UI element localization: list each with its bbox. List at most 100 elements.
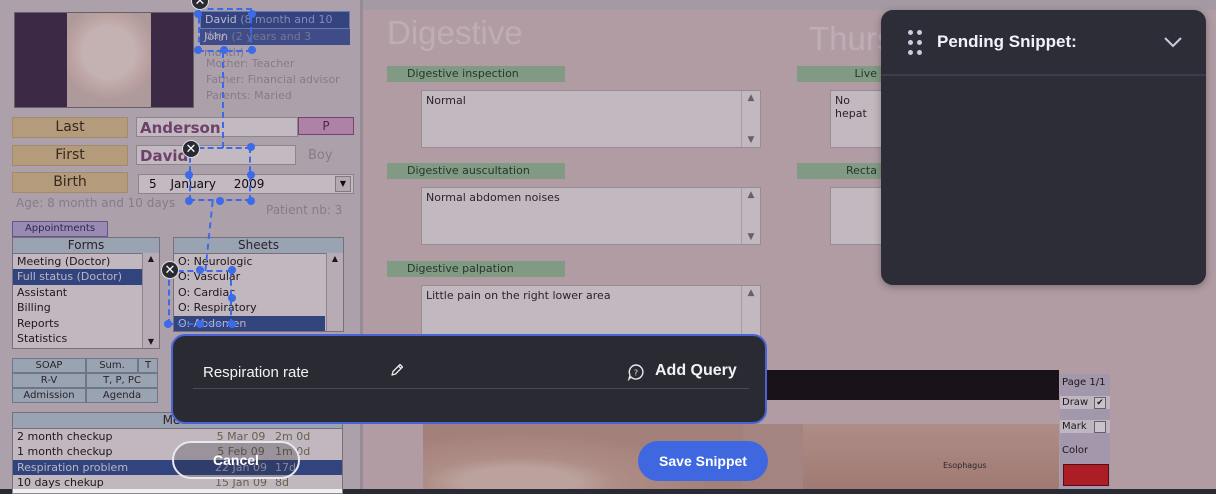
mark-label: Mark bbox=[1062, 421, 1087, 432]
appointments-button[interactable]: Appointments bbox=[12, 221, 108, 237]
selection-handle[interactable] bbox=[247, 143, 255, 151]
tpc-button[interactable]: T, P, PC bbox=[86, 373, 158, 388]
last-name-field[interactable]: Anderson bbox=[136, 117, 298, 137]
chevron-down-icon[interactable] bbox=[1163, 34, 1183, 50]
scroll-down-icon[interactable]: ▼ bbox=[143, 336, 159, 348]
parents-info: Mother: Teacher Father: Financial adviso… bbox=[206, 56, 340, 104]
selection-handle[interactable] bbox=[248, 10, 256, 18]
rv-button[interactable]: R-V bbox=[12, 373, 86, 388]
drawing-tools: Page 1/1 Draw ✔ Mark Color bbox=[1060, 374, 1110, 489]
meeting-name: 2 month checkup bbox=[17, 430, 113, 443]
parents-status: Parents: Maried bbox=[206, 89, 292, 102]
editor-divider bbox=[193, 388, 749, 389]
inspection-textarea[interactable]: Normal ▲ ▼ bbox=[421, 90, 761, 148]
selection-box bbox=[168, 270, 232, 325]
textarea-value: Little pain on the right lower area bbox=[426, 289, 611, 302]
selection-handle[interactable] bbox=[228, 294, 236, 302]
snippet-editor: Respiration rate ? Add Query bbox=[171, 334, 767, 424]
list-item[interactable]: Statistics bbox=[13, 331, 159, 346]
age-text: Age: 8 month and 10 days bbox=[16, 196, 176, 210]
selection-handle[interactable] bbox=[228, 266, 236, 274]
selection-box bbox=[189, 147, 251, 201]
section-label: Digestive inspection bbox=[387, 66, 565, 82]
birth-label: Birth bbox=[12, 172, 128, 193]
textarea-value: Normal bbox=[426, 94, 466, 107]
selection-handle[interactable] bbox=[196, 320, 204, 328]
checkbox-icon[interactable] bbox=[1094, 421, 1106, 433]
baby-photo bbox=[67, 13, 151, 107]
section-label: Digestive auscultation bbox=[387, 163, 565, 179]
organ-image bbox=[803, 424, 1059, 489]
meeting-name: 10 days chekup bbox=[17, 476, 104, 490]
draw-toggle[interactable]: Draw ✔ bbox=[1060, 396, 1110, 409]
selection-handle[interactable] bbox=[228, 320, 236, 328]
checkmark-icon[interactable]: ✔ bbox=[1094, 397, 1106, 409]
close-icon[interactable]: ✕ bbox=[161, 261, 179, 279]
list-item[interactable]: Meeting (Doctor) bbox=[13, 254, 159, 269]
father-info: Father: Financial advisor bbox=[206, 73, 340, 86]
close-icon[interactable]: ✕ bbox=[182, 140, 200, 158]
meeting-row[interactable]: 10 days chekup 15 Jan 09 8d bbox=[13, 475, 342, 490]
list-item[interactable]: Billing bbox=[13, 300, 159, 315]
page-indicator: Page 1/1 bbox=[1062, 377, 1106, 388]
selection-handle[interactable] bbox=[247, 171, 255, 179]
panel-title: Pending Snippet: bbox=[937, 32, 1077, 51]
sheets-header: Sheets bbox=[174, 238, 343, 254]
sheets-scrollbar[interactable]: ▲ bbox=[326, 253, 343, 331]
selection-handle[interactable] bbox=[216, 197, 224, 205]
forms-scrollbar[interactable]: ▲ ▼ bbox=[142, 253, 159, 348]
last-name-value: Anderson bbox=[140, 119, 221, 137]
selection-handle[interactable] bbox=[185, 171, 193, 179]
auscultation-textarea[interactable]: Normal abdomen noises ▲ ▼ bbox=[421, 187, 761, 245]
textarea-scrollbar[interactable]: ▲ ▼ bbox=[741, 188, 760, 244]
section-label: Live bbox=[797, 66, 881, 82]
mother-info: Mother: Teacher bbox=[206, 57, 295, 70]
selection-handle[interactable] bbox=[164, 320, 172, 328]
sum-button[interactable]: Sum. bbox=[86, 358, 138, 373]
patient-number: Patient nb: 3 bbox=[266, 203, 343, 217]
t-button[interactable]: T bbox=[138, 358, 158, 373]
selection-handle[interactable] bbox=[248, 46, 256, 54]
gender-label: Boy bbox=[308, 148, 333, 163]
selection-connector bbox=[222, 52, 224, 148]
birth-day: 5 bbox=[149, 177, 157, 191]
selection-handle[interactable] bbox=[185, 197, 193, 205]
section-label: Digestive palpation bbox=[387, 261, 565, 277]
admission-button[interactable]: Admission bbox=[12, 388, 86, 403]
color-label: Color bbox=[1062, 445, 1089, 456]
selection-handle[interactable] bbox=[194, 10, 202, 18]
pending-snippet-panel: Pending Snippet: bbox=[881, 10, 1206, 285]
list-item[interactable]: Full status (Doctor) bbox=[13, 269, 159, 285]
textarea-value: No hepat bbox=[835, 94, 867, 120]
section-label: Recta bbox=[797, 163, 881, 179]
dropdown-arrow-icon[interactable]: ▼ bbox=[335, 176, 351, 192]
first-label: First bbox=[12, 145, 128, 166]
meeting-row[interactable]: 2 month checkup 5 Mar 09 2m 0d bbox=[13, 429, 342, 444]
soap-button[interactable]: SOAP bbox=[12, 358, 86, 373]
list-item[interactable]: Assistant bbox=[13, 285, 159, 300]
first-name-value: David bbox=[140, 147, 189, 165]
draw-label: Draw bbox=[1062, 397, 1089, 408]
agenda-button[interactable]: Agenda bbox=[86, 388, 158, 403]
scroll-up-icon[interactable]: ▲ bbox=[143, 253, 159, 265]
selection-handle[interactable] bbox=[247, 197, 255, 205]
drag-handle-icon[interactable] bbox=[908, 30, 924, 56]
list-item[interactable]: Reports bbox=[13, 316, 159, 331]
selection-handle[interactable] bbox=[196, 266, 204, 274]
color-swatch[interactable] bbox=[1063, 464, 1109, 486]
mark-toggle[interactable]: Mark bbox=[1060, 420, 1110, 433]
scroll-up-icon[interactable]: ▲ bbox=[327, 253, 343, 265]
forms-header: Forms bbox=[13, 238, 159, 254]
textarea-scrollbar[interactable]: ▲ ▼ bbox=[741, 91, 760, 147]
p-button[interactable]: P bbox=[298, 117, 354, 135]
form-title: Digestive bbox=[387, 14, 523, 51]
snippet-name[interactable]: Respiration rate bbox=[203, 364, 309, 381]
pencil-icon[interactable] bbox=[389, 362, 405, 378]
cancel-button[interactable]: Cancel bbox=[172, 441, 300, 479]
selection-handle[interactable] bbox=[194, 46, 202, 54]
patient-photo bbox=[14, 12, 194, 108]
query-bubble-icon[interactable]: ? bbox=[627, 363, 645, 382]
save-snippet-button[interactable]: Save Snippet bbox=[638, 441, 768, 481]
forms-list: Forms Meeting (Doctor) Full status (Doct… bbox=[12, 237, 160, 349]
add-query-button[interactable]: Add Query bbox=[655, 362, 737, 380]
